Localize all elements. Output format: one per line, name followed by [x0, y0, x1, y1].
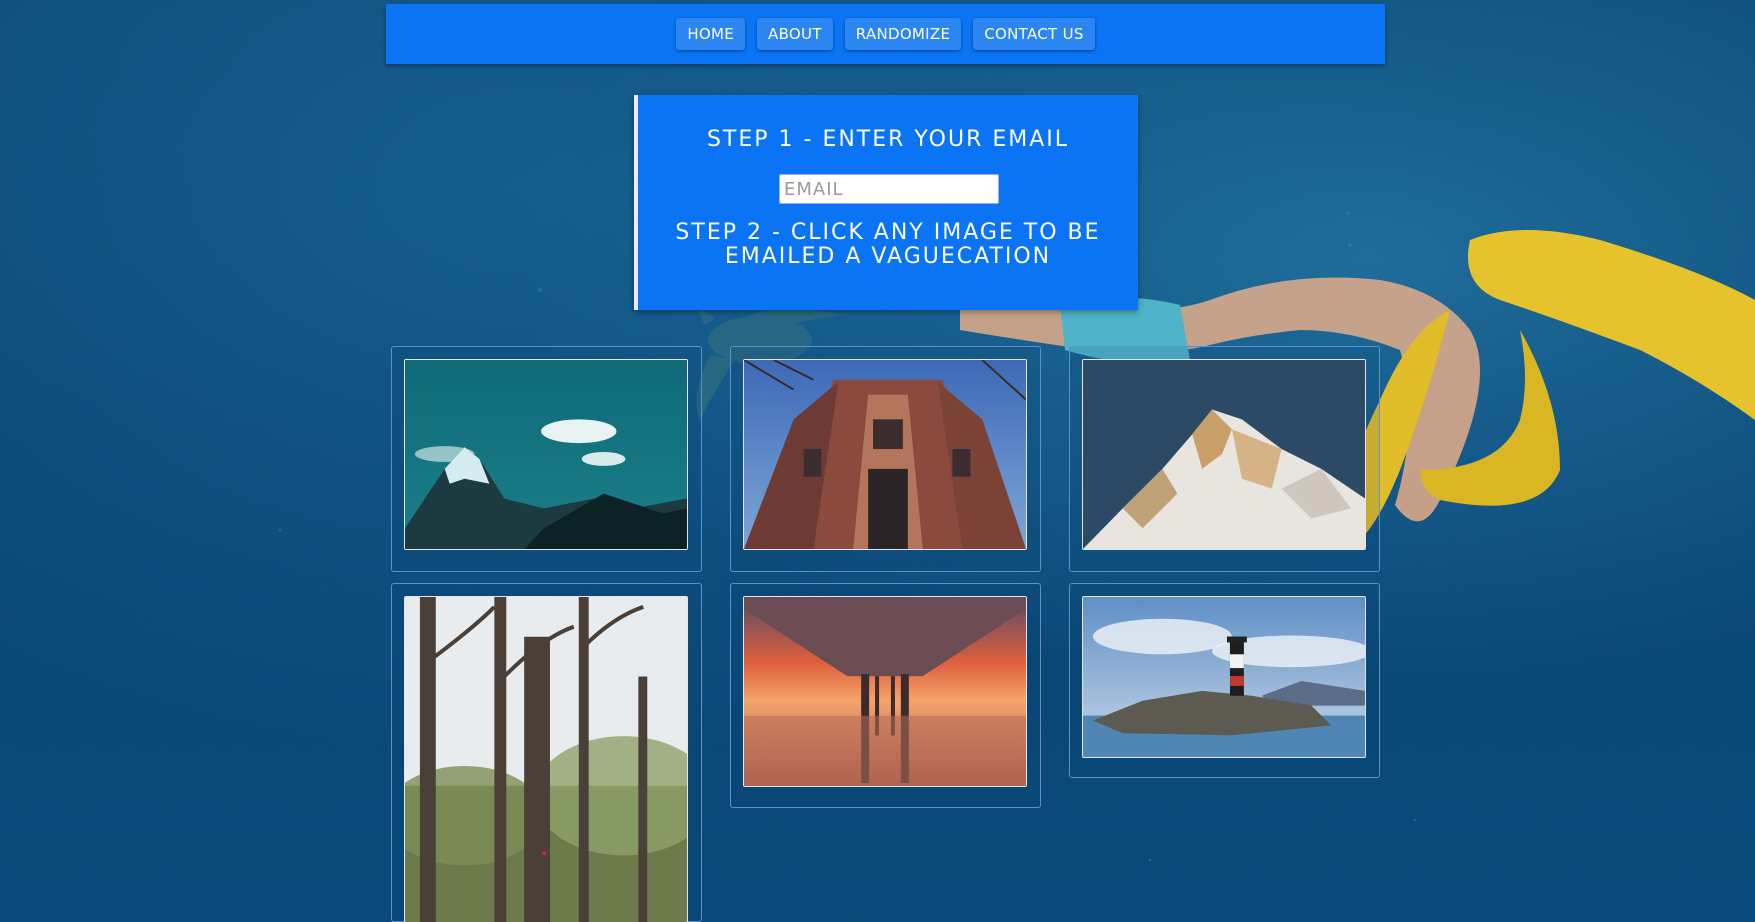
gallery-image-pier-sunset[interactable] [743, 596, 1027, 787]
nav-about-button[interactable]: ABOUT [757, 18, 833, 50]
gallery-cell [1069, 583, 1380, 778]
top-navbar: HOME ABOUT RANDOMIZE CONTACT US [386, 4, 1385, 64]
step1-heading: STEP 1 - ENTER YOUR EMAIL [706, 127, 1070, 152]
gallery-cell [391, 346, 702, 572]
gallery-cell [730, 346, 1041, 572]
gallery-cell [730, 583, 1041, 808]
gallery-image-building[interactable] [743, 359, 1027, 550]
gallery-cell [1069, 346, 1380, 572]
nav-randomize-button[interactable]: RANDOMIZE [844, 18, 962, 50]
gallery-cell [391, 583, 702, 922]
email-form-card: STEP 1 - ENTER YOUR EMAIL STEP 2 - CLICK… [634, 95, 1138, 310]
gallery-image-lighthouse[interactable] [1082, 596, 1366, 758]
gallery-image-snow-peak[interactable] [1082, 359, 1366, 550]
nav-contact-button[interactable]: CONTACT US [973, 18, 1095, 50]
gallery-image-mountain-clouds[interactable] [404, 359, 688, 550]
step2-heading: STEP 2 - CLICK ANY IMAGE TO BE EMAILED A… [675, 220, 1101, 269]
gallery-image-forest[interactable] [404, 596, 688, 922]
nav-home-button[interactable]: HOME [676, 18, 746, 50]
email-input[interactable] [779, 174, 999, 204]
